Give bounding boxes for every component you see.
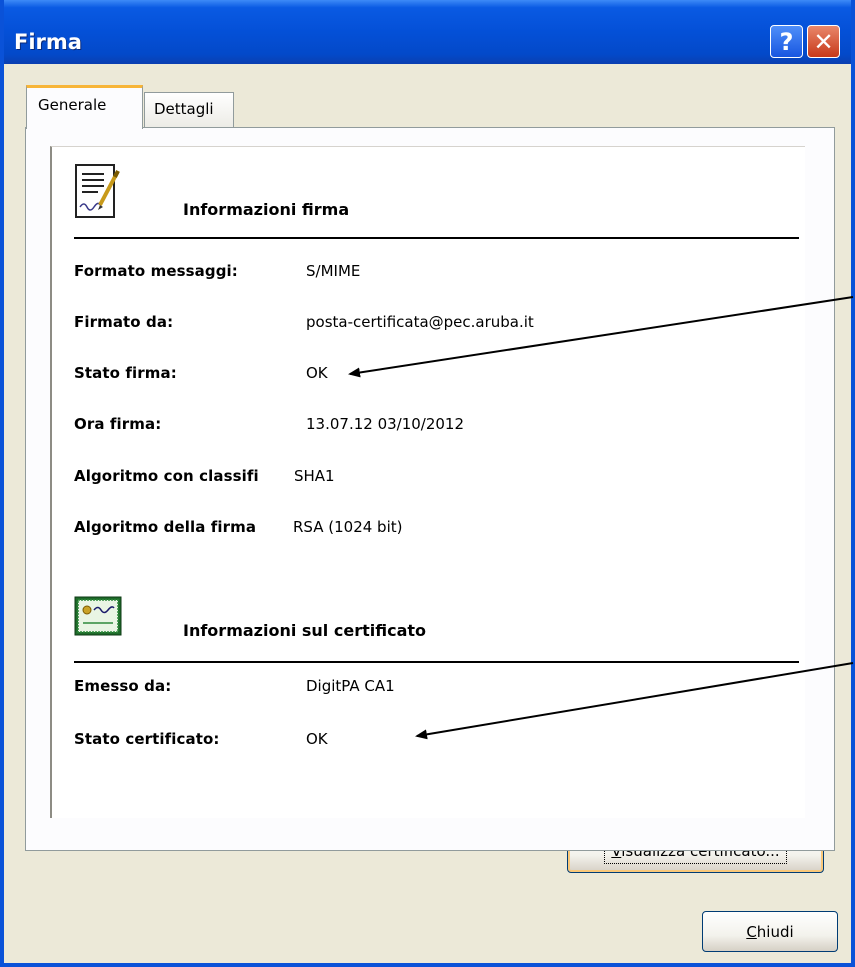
annotation-arrows bbox=[348, 296, 854, 740]
arrow-to-stato-certificato bbox=[415, 662, 854, 740]
arrow-to-stato-firma bbox=[348, 296, 854, 378]
